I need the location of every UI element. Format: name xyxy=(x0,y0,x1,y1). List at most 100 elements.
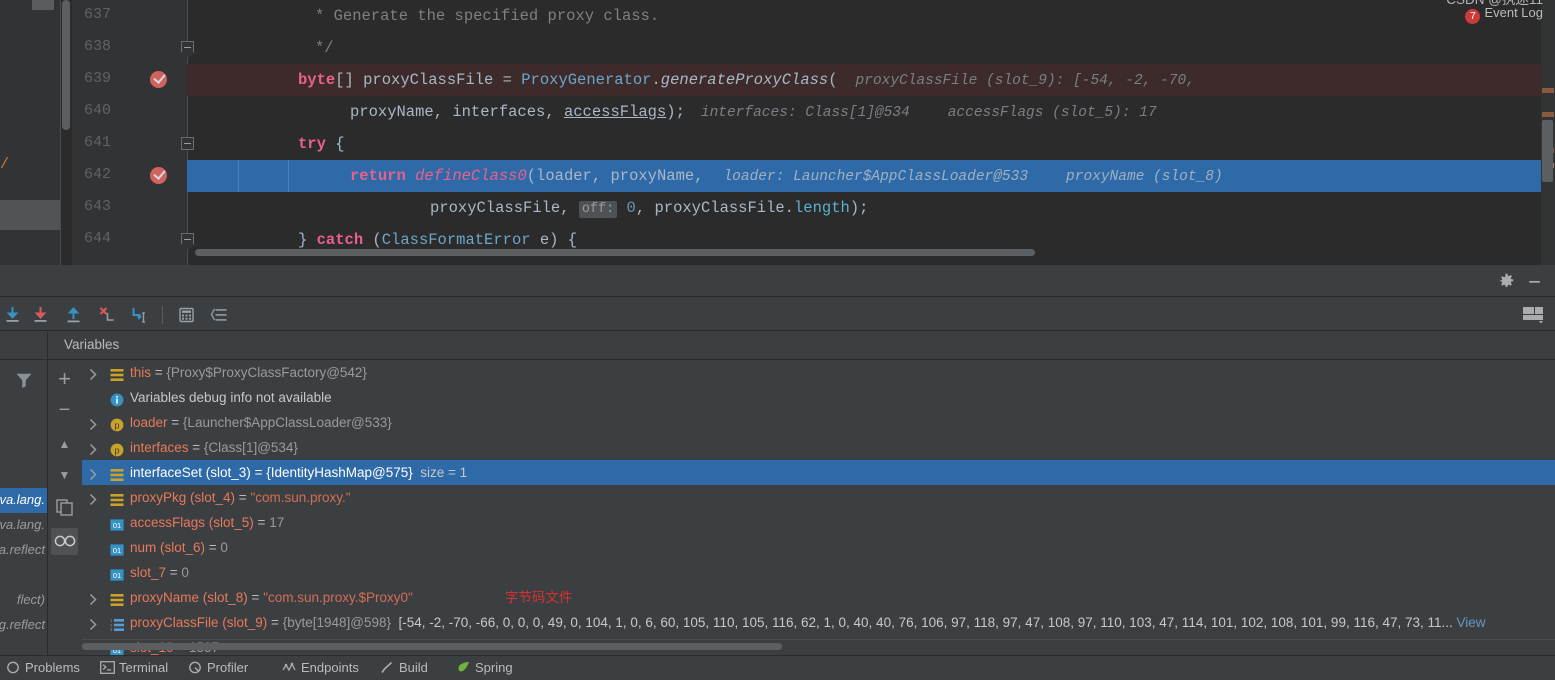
status-tab-endpoints[interactable]: Endpoints xyxy=(282,660,359,675)
code-line[interactable]: try { xyxy=(195,128,1555,160)
gutter-line[interactable]: 639 xyxy=(72,64,187,96)
code-text: proxyName, interfaces, accessFlags); inte… xyxy=(350,103,1157,121)
variable-equals: = xyxy=(247,590,264,605)
editor-marker-bar[interactable] xyxy=(1541,0,1555,265)
step-over-icon[interactable] xyxy=(2,305,23,325)
status-tab-problems[interactable]: Problems xyxy=(6,660,80,675)
fold-marker[interactable] xyxy=(181,41,194,52)
expand-arrow-icon[interactable] xyxy=(88,590,99,606)
gutter-line[interactable]: 640 xyxy=(72,96,187,128)
variable-row[interactable]: 01 slot_7 = 0 xyxy=(82,560,1555,585)
gear-icon[interactable] xyxy=(1498,273,1515,295)
frames-rail: va.lang. va.lang. a.reflect flect) g.reflect xyxy=(0,360,47,655)
variable-value: "com.sun.proxy." xyxy=(250,490,351,505)
force-step-into-icon[interactable] xyxy=(96,305,117,325)
field-icon xyxy=(110,365,124,381)
code-lines[interactable]: * Generate the specified proxy class. */ b… xyxy=(187,0,1555,265)
editor-gutter[interactable]: 637 638 639 640 641 642 643 644 xyxy=(72,0,187,265)
code-line[interactable]: proxyName, interfaces, accessFlags); inte… xyxy=(195,96,1555,128)
code-text: proxyClassFile, off: 0, proxyClassFile.l… xyxy=(430,199,869,218)
marker-stripe xyxy=(1542,88,1554,93)
variable-row[interactable]: 1 2 3 proxyClassFile (slot_9) = {byte[1948]… xyxy=(82,610,1555,635)
toolbar-separator xyxy=(162,306,163,324)
variable-row[interactable]: this = {Proxy$ProxyClassFactory@542} xyxy=(82,360,1555,385)
status-tab-spring[interactable]: Spring xyxy=(456,660,513,675)
variable-row[interactable]: 01 accessFlags (slot_5) = 17 xyxy=(82,510,1555,535)
param-icon: p xyxy=(110,415,124,432)
variable-row[interactable]: p interfaces = {Class[1]@534} xyxy=(82,435,1555,460)
variable-name: proxyPkg (slot_4) xyxy=(130,490,236,505)
gutter-line[interactable]: 637 xyxy=(72,0,187,32)
code-editor: / 637 638 639 640 641 642 643 644 * Generate th… xyxy=(0,0,1555,265)
expand-arrow-icon[interactable] xyxy=(88,440,99,456)
view-link[interactable]: View xyxy=(1453,615,1486,630)
frame-list-item[interactable]: flect) xyxy=(0,588,47,613)
gutter-line[interactable]: 638 xyxy=(72,32,187,64)
status-tab-label: Terminal xyxy=(119,660,169,675)
breakpoint-icon[interactable] xyxy=(150,71,167,88)
variable-row[interactable]: proxyName (slot_8) = "com.sun.proxy.$Pro… xyxy=(82,585,1555,610)
layout-settings-icon[interactable] xyxy=(1523,307,1545,324)
variable-row[interactable]: p loader = {Launcher$AppClassLoader@533} xyxy=(82,410,1555,435)
status-tab-profiler[interactable]: Profiler xyxy=(188,660,248,675)
gutter-line[interactable]: 641 xyxy=(72,128,187,160)
frame-list-item[interactable]: va.lang. xyxy=(0,513,47,538)
variables-list[interactable]: this = {Proxy$ProxyClassFactory@542} Vari… xyxy=(82,360,1555,655)
evaluate-expression-icon[interactable] xyxy=(176,305,197,325)
expand-arrow-icon[interactable] xyxy=(88,465,99,481)
frames-list[interactable]: va.lang. va.lang. a.reflect flect) g.reflect xyxy=(0,488,47,668)
gutter-line[interactable]: 642 xyxy=(72,160,187,192)
variable-equals: = xyxy=(166,565,182,580)
move-down-icon[interactable]: ▼ xyxy=(54,465,75,486)
variable-equals: = xyxy=(235,490,251,505)
variable-row[interactable]: interfaceSet (slot_3) = {IdentityHashMap… xyxy=(82,460,1555,485)
tab-variables[interactable]: Variables xyxy=(64,337,119,352)
editor-left-scrollbar[interactable] xyxy=(62,0,70,130)
code-line[interactable]: * Generate the specified proxy class. xyxy=(195,0,1555,32)
breakpoint-icon[interactable] xyxy=(150,167,167,184)
editor-horizontal-scrollbar[interactable] xyxy=(195,249,1035,256)
status-tab-terminal[interactable]: Terminal xyxy=(100,660,168,675)
expand-arrow-icon[interactable] xyxy=(88,365,99,381)
remove-watch-icon[interactable]: − xyxy=(54,400,75,421)
copy-icon[interactable] xyxy=(54,498,75,519)
frame-list-item[interactable]: a.reflect xyxy=(0,538,47,563)
sort-values-icon[interactable] xyxy=(209,305,230,325)
array-icon: 123 xyxy=(110,615,124,632)
gutter-line[interactable]: 644 xyxy=(72,224,187,256)
frame-list-item[interactable] xyxy=(0,563,47,588)
status-tab-build[interactable]: Build xyxy=(380,660,428,675)
fold-marker[interactable] xyxy=(181,137,194,150)
variable-row[interactable]: Variables debug info not available xyxy=(82,385,1555,410)
frame-list-item[interactable]: va.lang. xyxy=(0,488,47,513)
minimize-icon[interactable] xyxy=(1526,273,1543,295)
line-number: 639 xyxy=(84,70,112,87)
gutter-line[interactable]: 643 xyxy=(72,192,187,224)
code-line[interactable]: byte[] proxyClassFile = ProxyGenerator.g… xyxy=(187,64,1555,96)
frame-label: flect) xyxy=(16,592,45,607)
run-to-cursor-icon[interactable] xyxy=(129,305,150,325)
variable-text: accessFlags (slot_5) = 17 xyxy=(130,510,284,535)
step-into-icon[interactable] xyxy=(30,305,51,325)
expand-arrow-icon[interactable] xyxy=(88,615,99,631)
add-watch-icon[interactable]: + xyxy=(54,368,75,390)
variable-row[interactable]: proxyPkg (slot_4) = "com.sun.proxy." xyxy=(82,485,1555,510)
filter-icon[interactable] xyxy=(14,370,34,390)
code-line[interactable]: return defineClass0(loader, proxyName, lo… xyxy=(187,160,1555,192)
move-up-icon[interactable]: ▲ xyxy=(54,434,75,455)
variable-row[interactable]: 01 num (slot_6) = 0 xyxy=(82,535,1555,560)
variable-text: loader = {Launcher$AppClassLoader@533} xyxy=(130,410,392,435)
fold-marker[interactable] xyxy=(181,233,194,244)
expand-arrow-icon[interactable] xyxy=(88,490,99,506)
step-out-icon[interactable] xyxy=(63,305,84,325)
marker-thumb[interactable] xyxy=(1542,120,1553,182)
watches-icon[interactable] xyxy=(54,532,76,553)
code-line[interactable]: proxyClassFile, off: 0, proxyClassFile.l… xyxy=(195,192,1555,224)
variable-name: interfaces xyxy=(130,440,189,455)
event-log-button[interactable]: 7 Event Log xyxy=(1465,5,1543,24)
variable-value: 0 xyxy=(181,565,189,580)
variables-horizontal-scrollbar[interactable] xyxy=(82,643,782,650)
code-line[interactable]: */ xyxy=(195,32,1555,64)
expand-arrow-icon[interactable] xyxy=(88,415,99,431)
frame-list-item[interactable]: g.reflect xyxy=(0,613,47,638)
